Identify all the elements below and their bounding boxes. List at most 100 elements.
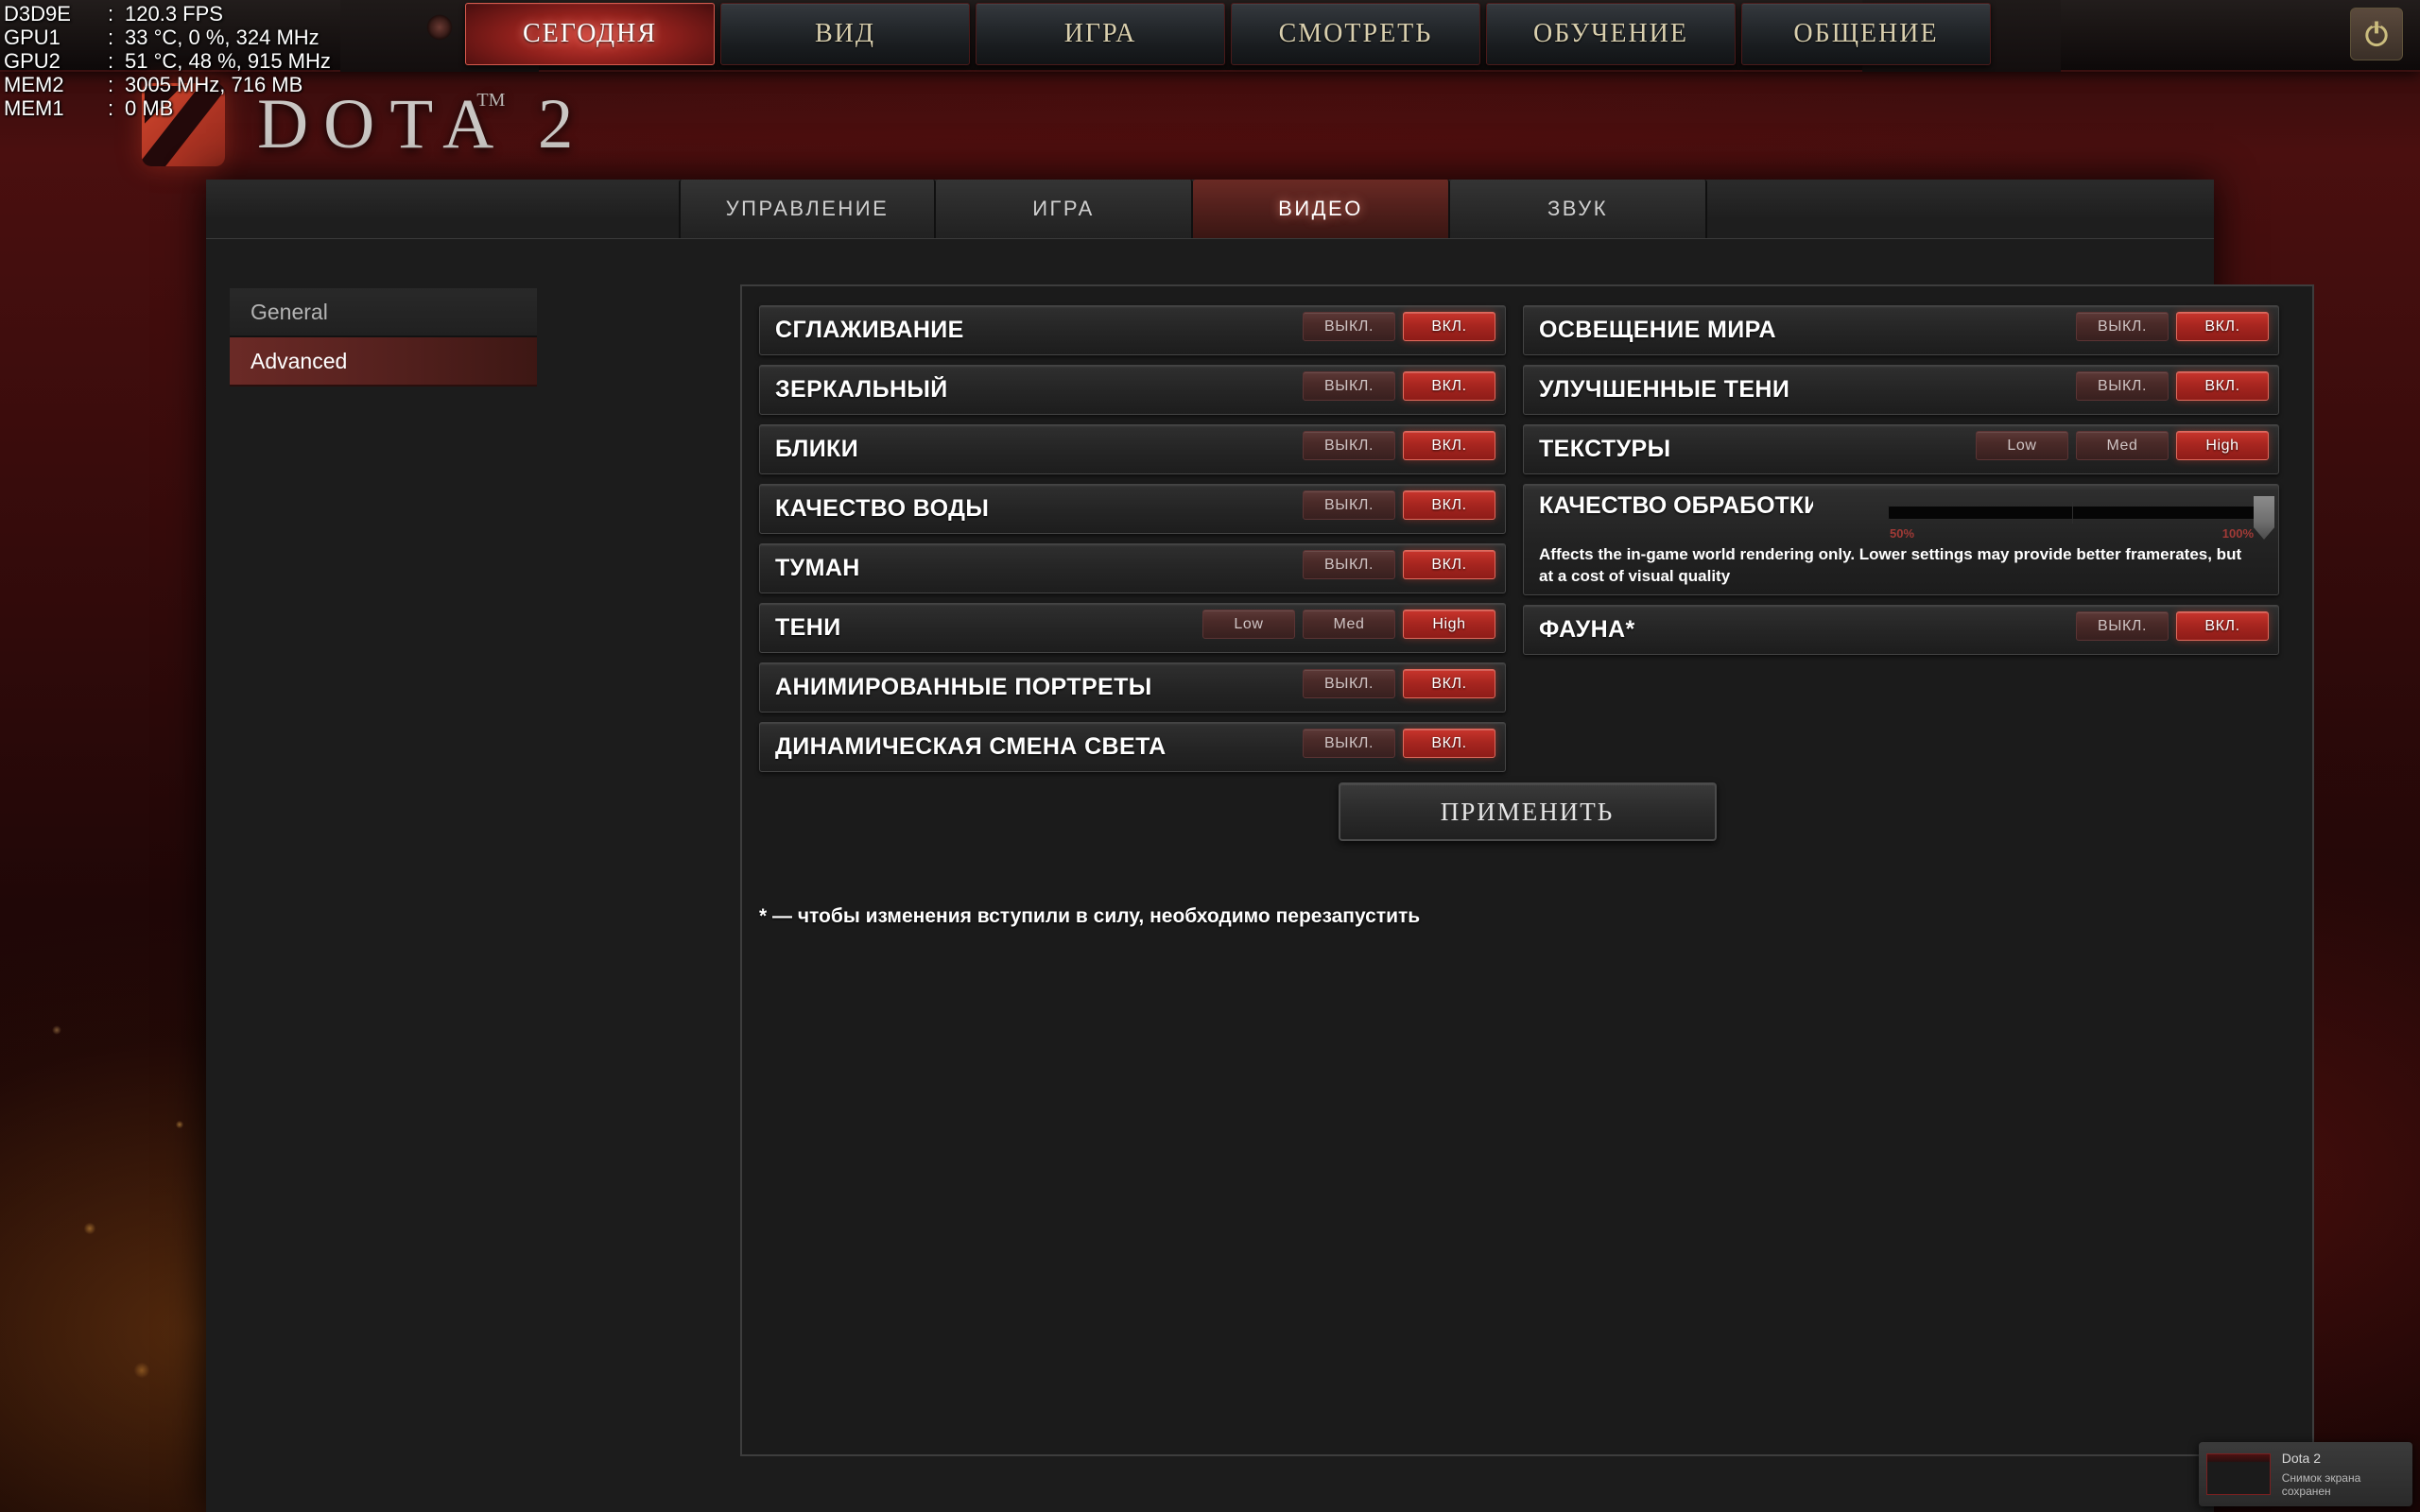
overlay-value: 33 °C, 0 %, 324 MHz [125,26,320,49]
render-quality-label: КАЧЕСТВО ОБРАБОТКИ [1539,492,1813,519]
overlay-value: 0 MB [125,96,174,120]
settings-tab-звук[interactable]: ЗВУК [1450,180,1707,238]
setting-label: БЛИКИ [775,436,859,462]
setting-row-right-1: УЛУЧШЕННЫЕ ТЕНИ ВЫКЛ. ВКЛ. [1523,365,2279,415]
setting-left-0-option-1[interactable]: ВКЛ. [1403,312,1495,341]
fauna-option-0[interactable]: ВЫКЛ. [2076,611,2169,641]
overlay-separator: : [108,2,114,26]
steam-notification-toast[interactable]: Dota 2 Снимок экрана сохранен [2199,1442,2412,1506]
overlay-row: GPU1:33 °C, 0 %, 324 MHz [4,26,331,49]
nav-tab-смотреть[interactable]: СМОТРЕТЬ [1231,3,1480,65]
nav-tab-игра[interactable]: ИГРА [976,3,1225,65]
setting-row-left-5: ТЕНИ Low Med High [759,603,1506,653]
settings-tabs: УПРАВЛЕНИЕ ИГРА ВИДЕО ЗВУК [679,180,1707,238]
main-top-navigation: СЕГОДНЯ ВИД ИГРА СМОТРЕТЬ ОБУЧЕНИЕ ОБЩЕНИЕ [0,0,2420,72]
nav-tab-вид[interactable]: ВИД [720,3,970,65]
side-item-general[interactable]: General [230,288,537,337]
setting-label: ТЕКСТУРЫ [1539,436,1671,462]
slider-min-label: 50% [1890,526,1915,541]
overlay-separator: : [108,73,114,96]
setting-left-5-option-0[interactable]: Low [1202,610,1295,639]
overlay-key: GPU2 [4,49,60,73]
setting-row-left-4: ТУМАН ВЫКЛ. ВКЛ. [759,543,1506,593]
setting-left-2-option-0[interactable]: ВЫКЛ. [1303,431,1395,460]
toast-title: Dota 2 [2281,1451,2321,1466]
setting-right-0-option-0[interactable]: ВЫКЛ. [2076,312,2169,341]
overlay-key: D3D9E [4,2,71,26]
restart-footnote: * — чтобы изменения вступили в силу, нео… [759,905,1421,927]
setting-label: КАЧЕСТВО ВОДЫ [775,495,990,522]
setting-left-5-option-1[interactable]: Med [1303,610,1395,639]
nav-tab-общение[interactable]: ОБЩЕНИЕ [1741,3,1991,65]
side-item-advanced[interactable]: Advanced [230,337,537,387]
setting-left-4-option-0[interactable]: ВЫКЛ. [1303,550,1395,579]
setting-label: ТЕНИ [775,614,841,641]
setting-left-6-option-0[interactable]: ВЫКЛ. [1303,669,1395,698]
fauna-option-1[interactable]: ВКЛ. [2176,611,2269,641]
toast-text: Dota 2 Снимок экрана сохранен [2282,1451,2412,1498]
setting-left-3-option-0[interactable]: ВЫКЛ. [1303,490,1395,520]
setting-left-0-option-0[interactable]: ВЫКЛ. [1303,312,1395,341]
setting-row-left-3: КАЧЕСТВО ВОДЫ ВЫКЛ. ВКЛ. [759,484,1506,534]
nav-tab-обучение[interactable]: ОБУЧЕНИЕ [1486,3,1736,65]
settings-dialog: УПРАВЛЕНИЕ ИГРА ВИДЕО ЗВУК General Advanced … [206,180,2314,1512]
slider-track[interactable] [1888,502,2256,524]
setting-right-2-option-0[interactable]: Low [1976,431,2068,460]
settings-tab-видео[interactable]: ВИДЕО [1193,180,1450,238]
setting-right-1-option-0[interactable]: ВЫКЛ. [2076,371,2169,401]
overlay-row: D3D9E:120.3 FPS [4,2,331,26]
settings-tab-управление[interactable]: УПРАВЛЕНИЕ [679,180,936,238]
render-quality-slider[interactable]: 50% 100% [1888,496,2274,547]
apply-row: ПРИМЕНИТЬ [742,782,2312,841]
toast-message: Снимок экрана сохранен [2281,1471,2361,1498]
overlay-separator: : [108,49,114,73]
setting-right-1-option-1[interactable]: ВКЛ. [2176,371,2269,401]
overlay-value: 3005 MHz, 716 MB [125,73,303,96]
overlay-value: 120.3 FPS [125,2,223,26]
settings-side-list: General Advanced [230,288,537,387]
setting-left-1-option-1[interactable]: ВКЛ. [1403,371,1495,401]
setting-row-left-2: БЛИКИ ВЫКЛ. ВКЛ. [759,424,1506,474]
power-icon [2365,21,2388,47]
overlay-row: MEM2:3005 MHz, 716 MB [4,73,331,96]
setting-label: ЗЕРКАЛЬНЫЙ [775,376,948,403]
settings-column-left: СГЛАЖИВАНИЕ ВЫКЛ. ВКЛ. ЗЕРКАЛЬНЫЙ ВЫКЛ. ВКЛ. Б… [759,305,1506,782]
setting-label: ТУМАН [775,555,860,581]
nav-tab-сегодня[interactable]: СЕГОДНЯ [465,3,715,65]
setting-right-2-option-1[interactable]: Med [2076,431,2169,460]
setting-row-left-7: ДИНАМИЧЕСКАЯ СМЕНА СВЕТА ВЫКЛ. ВКЛ. [759,722,1506,772]
overlay-separator: : [108,96,114,120]
overlay-key: GPU1 [4,26,60,49]
slider-midpoint-tick [2071,502,2073,524]
setting-row-right-2: ТЕКСТУРЫ Low Med High [1523,424,2279,474]
setting-label: УЛУЧШЕННЫЕ ТЕНИ [1539,376,1790,403]
setting-left-2-option-1[interactable]: ВКЛ. [1403,431,1495,460]
settings-content-frame: СГЛАЖИВАНИЕ ВЫКЛ. ВКЛ. ЗЕРКАЛЬНЫЙ ВЫКЛ. ВКЛ. Б… [740,284,2314,1456]
setting-row-left-6: АНИМИРОВАННЫЕ ПОРТРЕТЫ ВЫКЛ. ВКЛ. [759,662,1506,713]
overlay-key: MEM1 [4,96,64,120]
setting-right-0-option-1[interactable]: ВКЛ. [2176,312,2269,341]
overlay-separator: : [108,26,114,49]
setting-left-6-option-1[interactable]: ВКЛ. [1403,669,1495,698]
power-button[interactable] [2350,8,2403,60]
setting-left-7-option-0[interactable]: ВЫКЛ. [1303,729,1395,758]
setting-left-7-option-1[interactable]: ВКЛ. [1403,729,1495,758]
screenshot-thumbnail [2206,1453,2271,1495]
render-quality-setting: КАЧЕСТВО ОБРАБОТКИ 50% 100% Affects the … [1523,484,2279,595]
apply-button[interactable]: ПРИМЕНИТЬ [1338,782,1717,841]
main-nav-tabs: СЕГОДНЯ ВИД ИГРА СМОТРЕТЬ ОБУЧЕНИЕ ОБЩЕНИЕ [465,3,1991,65]
slider-handle[interactable] [2254,496,2274,540]
setting-left-3-option-1[interactable]: ВКЛ. [1403,490,1495,520]
setting-row-left-1: ЗЕРКАЛЬНЫЙ ВЫКЛ. ВКЛ. [759,365,1506,415]
overlay-row: GPU2:51 °C, 48 %, 915 MHz [4,49,331,73]
overlay-value: 51 °C, 48 %, 915 MHz [125,49,331,73]
setting-label: АНИМИРОВАННЫЕ ПОРТРЕТЫ [775,674,1152,700]
setting-left-1-option-0[interactable]: ВЫКЛ. [1303,371,1395,401]
setting-left-5-option-2[interactable]: High [1403,610,1495,639]
settings-right-rows: ОСВЕЩЕНИЕ МИРА ВЫКЛ. ВКЛ. УЛУЧШЕННЫЕ ТЕНИ ВЫ… [1523,305,2279,474]
setting-left-4-option-1[interactable]: ВКЛ. [1403,550,1495,579]
overlay-key: MEM2 [4,73,64,96]
fauna-label: ФАУНА* [1539,616,1635,643]
settings-tab-игра[interactable]: ИГРА [936,180,1193,238]
setting-right-2-option-2[interactable]: High [2176,431,2269,460]
